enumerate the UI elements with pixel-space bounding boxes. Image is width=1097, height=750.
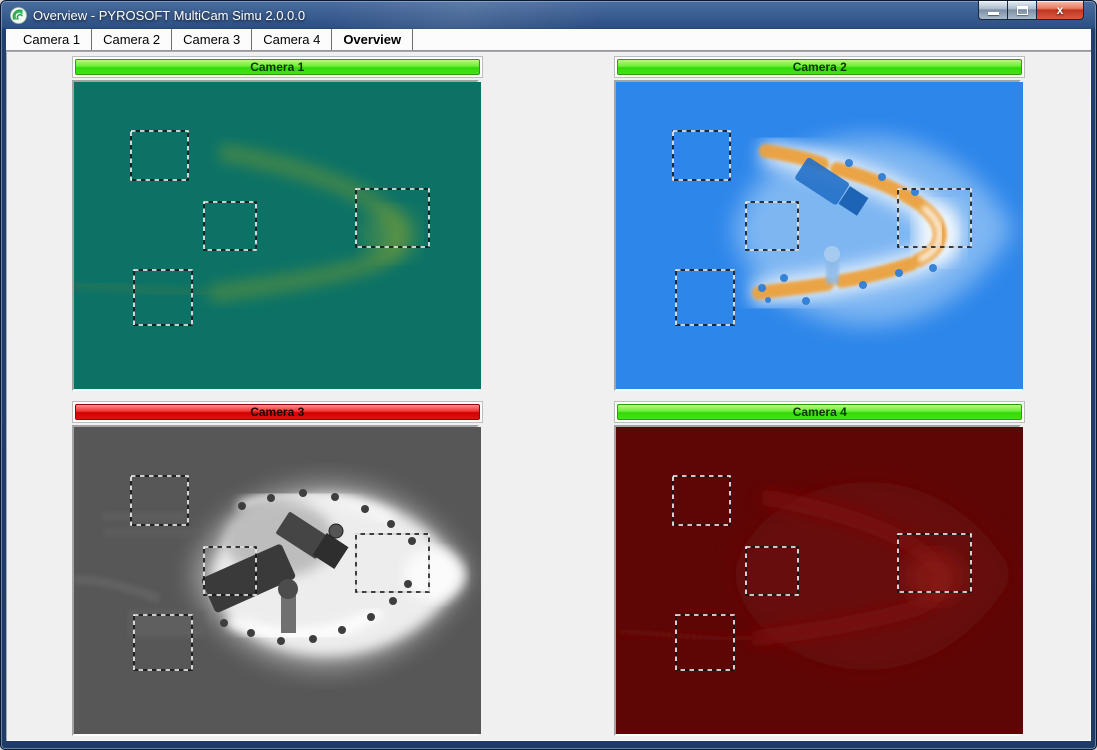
camera2-thermal-view[interactable] — [616, 82, 1023, 389]
camera-panel-2: Camera 2 — [614, 56, 1025, 391]
camera3-label: Camera 3 — [250, 405, 304, 419]
camera1-thermal-view[interactable] — [74, 82, 481, 389]
camera-panel-1: Camera 1 — [72, 56, 483, 391]
close-button[interactable]: x — [1036, 1, 1084, 20]
camera-panel-3: Camera 3 — [72, 401, 483, 736]
window-controls: x — [978, 1, 1084, 20]
camera2-status-bar[interactable]: Camera 2 — [617, 59, 1022, 75]
camera2-label: Camera 2 — [793, 60, 847, 74]
camera1-label: Camera 1 — [250, 60, 304, 74]
overview-page: Camera 1 — [6, 51, 1091, 741]
tab-camera-3[interactable]: Camera 3 — [172, 29, 252, 50]
camera-grid: Camera 1 — [6, 51, 1091, 741]
camera1-status-bar[interactable]: Camera 1 — [75, 59, 480, 75]
camera2-header-frame: Camera 2 — [614, 56, 1025, 78]
camera4-label: Camera 4 — [793, 405, 847, 419]
app-window: Overview - PYROSOFT MultiCam Simu 2.0.0.… — [0, 0, 1097, 750]
window-title: Overview - PYROSOFT MultiCam Simu 2.0.0.… — [33, 8, 305, 23]
tab-overview[interactable]: Overview — [332, 29, 413, 50]
grid-cell-3: Camera 3 — [6, 396, 549, 741]
maximize-button[interactable] — [1008, 1, 1036, 20]
camera3-status-bar[interactable]: Camera 3 — [75, 404, 480, 420]
camera-panel-4: Camera 4 — [614, 401, 1025, 736]
camera4-status-bar[interactable]: Camera 4 — [617, 404, 1022, 420]
camera3-header-frame: Camera 3 — [72, 401, 483, 423]
camera4-header-frame: Camera 4 — [614, 401, 1025, 423]
camera1-background — [74, 82, 481, 389]
title-bar: Overview - PYROSOFT MultiCam Simu 2.0.0.… — [6, 1, 1091, 29]
grid-cell-1: Camera 1 — [6, 51, 549, 396]
camera3-image-frame — [72, 425, 479, 736]
camera1-header-frame: Camera 1 — [72, 56, 483, 78]
close-icon: x — [1057, 4, 1064, 16]
grid-cell-2: Camera 2 — [549, 51, 1092, 396]
minimize-icon — [988, 12, 999, 15]
grid-cell-4: Camera 4 — [549, 396, 1092, 741]
camera2-image-frame — [614, 80, 1021, 391]
tab-camera-2[interactable]: Camera 2 — [92, 29, 172, 50]
camera4-image-frame — [614, 425, 1021, 736]
camera-tab-strip: Camera 1 Camera 2 Camera 3 Camera 4 Over… — [6, 29, 1091, 51]
camera3-thermal-view[interactable] — [74, 427, 481, 734]
tab-camera-1[interactable]: Camera 1 — [12, 29, 92, 50]
camera4-thermal-view[interactable] — [616, 427, 1023, 734]
tab-camera-4[interactable]: Camera 4 — [252, 29, 332, 50]
camera1-image-frame — [72, 80, 479, 391]
pyrosoft-swirl-icon — [10, 7, 27, 24]
minimize-button[interactable] — [978, 1, 1008, 20]
maximize-icon — [1017, 6, 1028, 15]
